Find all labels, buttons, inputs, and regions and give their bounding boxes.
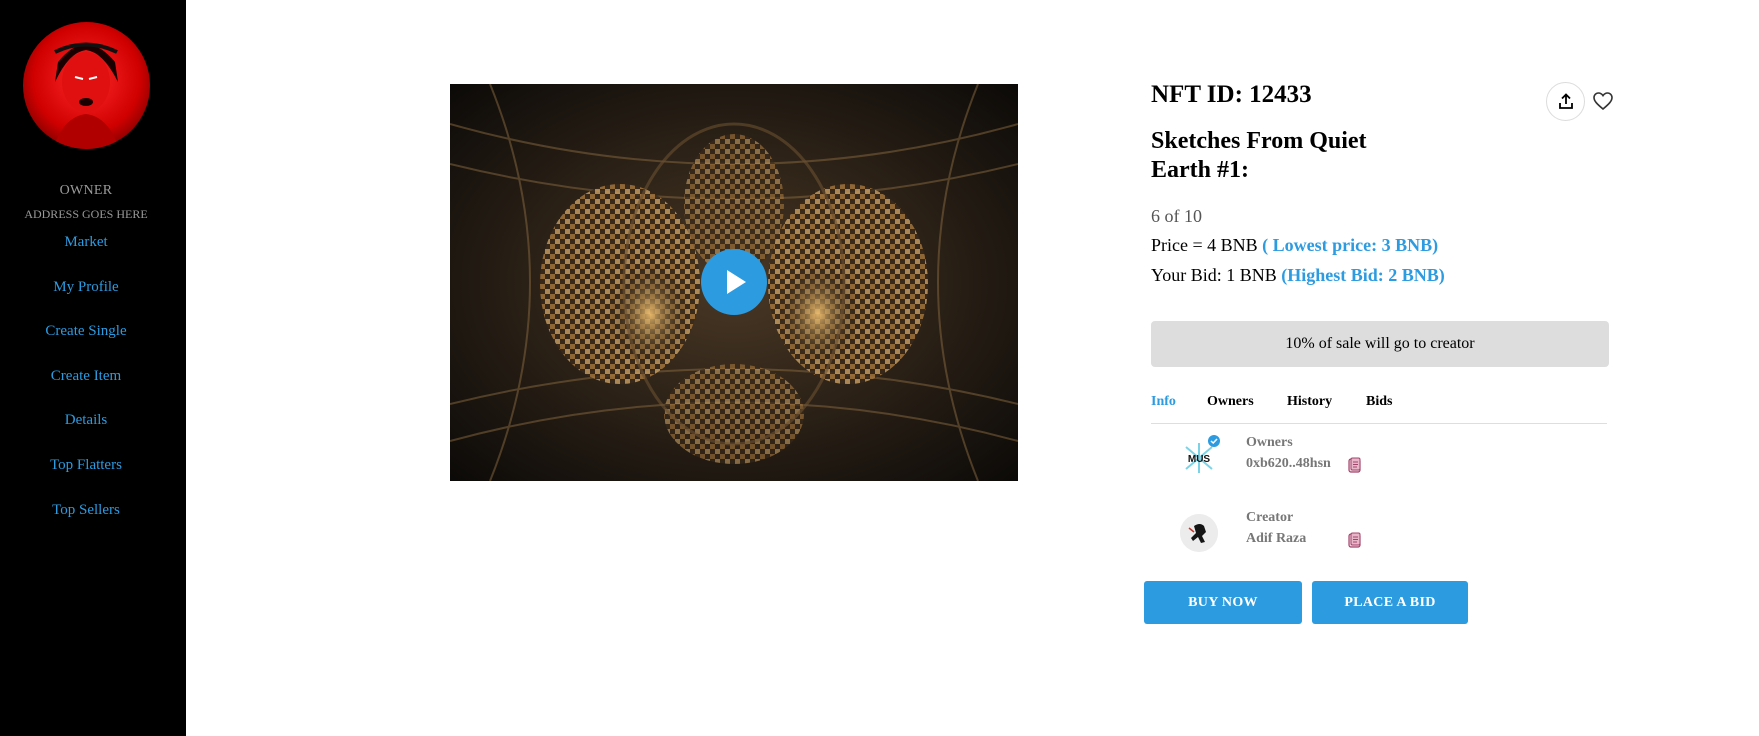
sidebar-item-create-single: Create Single (0, 322, 172, 367)
sidebar-item-my-profile: My Profile (0, 278, 172, 323)
copy-icon[interactable] (1348, 532, 1362, 548)
verified-badge-icon (1208, 435, 1220, 447)
sidebar-link-market[interactable]: Market (64, 234, 107, 250)
royalty-notice: 10% of sale will go to creator (1151, 321, 1609, 367)
bid-line: Your Bid: 1 BNB (Highest Bid: 2 BNB) (1151, 265, 1611, 286)
sidebar-link-create-item[interactable]: Create Item (51, 368, 121, 384)
nft-title: Sketches From Quiet Earth #1: (1151, 128, 1367, 183)
price-value: Price = 4 BNB (1151, 235, 1258, 255)
creator-role: Creator (1246, 510, 1294, 525)
detail-tabs: Info Owners History Bids (1151, 394, 1607, 424)
sidebar-link-top-sellers[interactable]: Top Sellers (52, 502, 120, 518)
creator-row: Creator Adif Raza (1180, 510, 1580, 560)
tab-owners[interactable]: Owners (1207, 394, 1254, 410)
sidebar-item-top-sellers: Top Sellers (0, 501, 172, 546)
sidebar-link-top-flatters[interactable]: Top Flatters (50, 457, 122, 473)
sidebar-item-details: Details (0, 411, 172, 456)
your-bid: Your Bid: 1 BNB (1151, 265, 1277, 285)
sidebar-item-top-flatters: Top Flatters (0, 456, 172, 501)
sidebar-item-market: Market (0, 233, 172, 278)
copy-icon[interactable] (1348, 457, 1362, 473)
creator-avatar[interactable] (1180, 514, 1218, 552)
owner-row: MUS Owners 0xb620..48hsn (1180, 435, 1580, 485)
owner-role: Owners (1246, 435, 1293, 450)
owner-logo-text: MUS (1188, 454, 1211, 465)
sidebar-link-create-single[interactable]: Create Single (45, 323, 126, 339)
tab-bids[interactable]: Bids (1366, 394, 1392, 410)
highest-bid: (Highest Bid: 2 BNB) (1281, 265, 1445, 285)
sidebar-item-create-item: Create Item (0, 367, 172, 412)
price-line: Price = 4 BNB ( Lowest price: 3 BNB) (1151, 235, 1611, 256)
lowest-price: ( Lowest price: 3 BNB) (1262, 235, 1439, 255)
sidebar-link-details[interactable]: Details (65, 412, 108, 428)
nft-details: NFT ID: 12433 Sketches From Quiet Earth … (1151, 80, 1611, 286)
owner-avatar[interactable] (23, 22, 150, 149)
tab-info[interactable]: Info (1151, 394, 1176, 410)
owner-label: OWNER (59, 183, 113, 198)
play-button[interactable] (701, 249, 767, 315)
tab-history[interactable]: History (1287, 394, 1332, 410)
creator-name: Adif Raza (1246, 531, 1307, 546)
sidebar-nav: Market My Profile Create Single Create I… (0, 233, 172, 545)
sidebar: OWNER ADDRESS GOES HERE Market My Profil… (0, 0, 186, 736)
buy-now-button[interactable]: BUY NOW (1144, 581, 1302, 624)
owner-address-short: 0xb620..48hsn (1246, 456, 1331, 471)
owner-address: ADDRESS GOES HERE (24, 207, 148, 221)
sidebar-link-my-profile[interactable]: My Profile (53, 279, 118, 295)
nft-id: NFT ID: 12433 (1151, 81, 1312, 108)
edition-count: 6 of 10 (1151, 206, 1202, 226)
place-bid-button[interactable]: PLACE A BID (1312, 581, 1468, 624)
nft-media-preview[interactable] (450, 84, 1018, 481)
